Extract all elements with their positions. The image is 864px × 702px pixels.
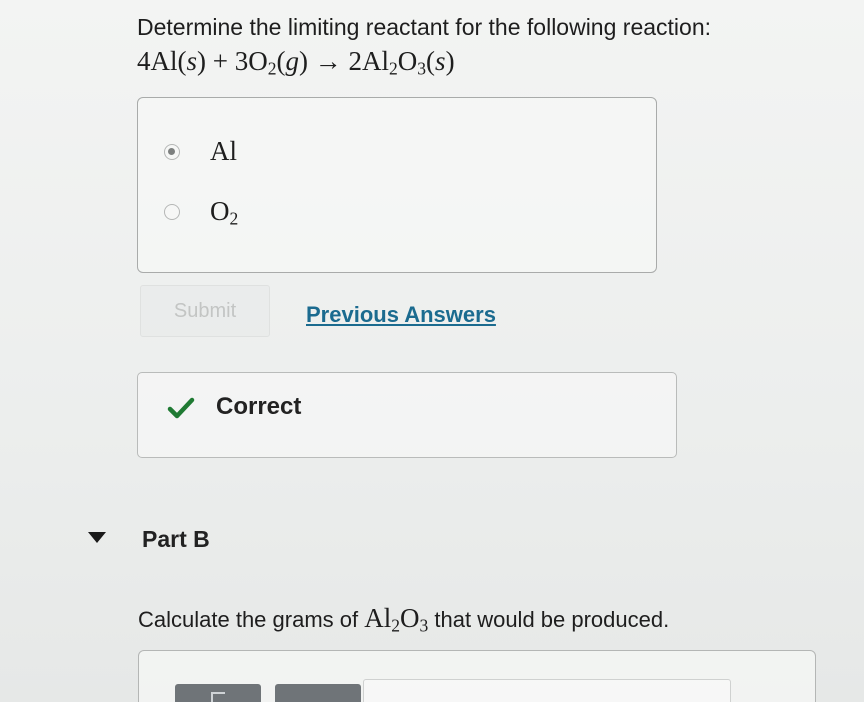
symbol-toolbar-button[interactable] xyxy=(275,684,361,702)
eq-state-3: s xyxy=(435,46,446,76)
radio-o2[interactable] xyxy=(164,203,180,220)
template-toolbar-button[interactable] xyxy=(175,684,261,702)
collapse-triangle-icon[interactable] xyxy=(88,532,106,543)
checkmark-icon xyxy=(167,397,195,419)
choice-o2[interactable]: O2 xyxy=(164,196,238,227)
choice-al-text: Al xyxy=(210,136,237,166)
choice-label-al: Al xyxy=(210,136,237,167)
answer-choices: Al O2 xyxy=(137,97,657,273)
eq-coef-3: 2 xyxy=(348,46,363,76)
previous-answers-link[interactable]: Previous Answers xyxy=(306,302,496,328)
part-b-formula-b: O xyxy=(400,603,420,633)
submit-button[interactable]: Submit xyxy=(140,285,270,337)
part-a-question: Determine the limiting reactant for the … xyxy=(137,14,712,40)
eq-product-a: Al xyxy=(362,46,390,76)
part-b-formula-a: Al xyxy=(364,603,392,633)
eq-coef-2: 3 xyxy=(234,46,249,76)
radio-al[interactable] xyxy=(164,143,180,160)
eq-state-1: s xyxy=(186,46,198,76)
eq-product-a-sub: 2 xyxy=(389,58,398,79)
part-b-formula: Al2O3 xyxy=(364,603,429,636)
template-icon xyxy=(211,692,225,702)
answer-input-area xyxy=(138,650,816,702)
part-b-question: Calculate the grams of Al2O3 that would … xyxy=(138,603,669,635)
choice-label-o2: O2 xyxy=(210,196,238,227)
reaction-equation: 4Al(s) + 3O2(g) → 2Al2O3(s) xyxy=(137,46,455,79)
part-b-text-after: that would be produced. xyxy=(434,607,670,632)
part-b-title: Part B xyxy=(142,526,210,552)
feedback-box: Correct xyxy=(137,372,677,458)
eq-reactant-1: Al xyxy=(150,46,178,76)
eq-state-2: g xyxy=(285,46,300,76)
choice-al[interactable]: Al xyxy=(164,136,237,167)
eq-product-b-sub: 3 xyxy=(417,58,427,79)
eq-sub-2: 2 xyxy=(267,58,277,79)
part-b-formula-a-sub: 2 xyxy=(391,615,400,636)
eq-arrow: → xyxy=(314,46,342,76)
eq-plus: + xyxy=(212,46,228,76)
answer-field[interactable] xyxy=(363,679,731,702)
eq-reactant-2: O xyxy=(248,46,268,76)
eq-product-b: O xyxy=(397,46,418,76)
choice-o2-text: O xyxy=(210,196,230,226)
part-b-text-before: Calculate the grams of xyxy=(138,607,359,632)
eq-coef-1: 4 xyxy=(137,46,151,76)
feedback-text: Correct xyxy=(216,393,302,420)
part-b-formula-b-sub: 3 xyxy=(419,615,429,636)
choice-o2-sub: 2 xyxy=(229,208,239,229)
assignment-page: Determine the limiting reactant for the … xyxy=(0,0,864,702)
